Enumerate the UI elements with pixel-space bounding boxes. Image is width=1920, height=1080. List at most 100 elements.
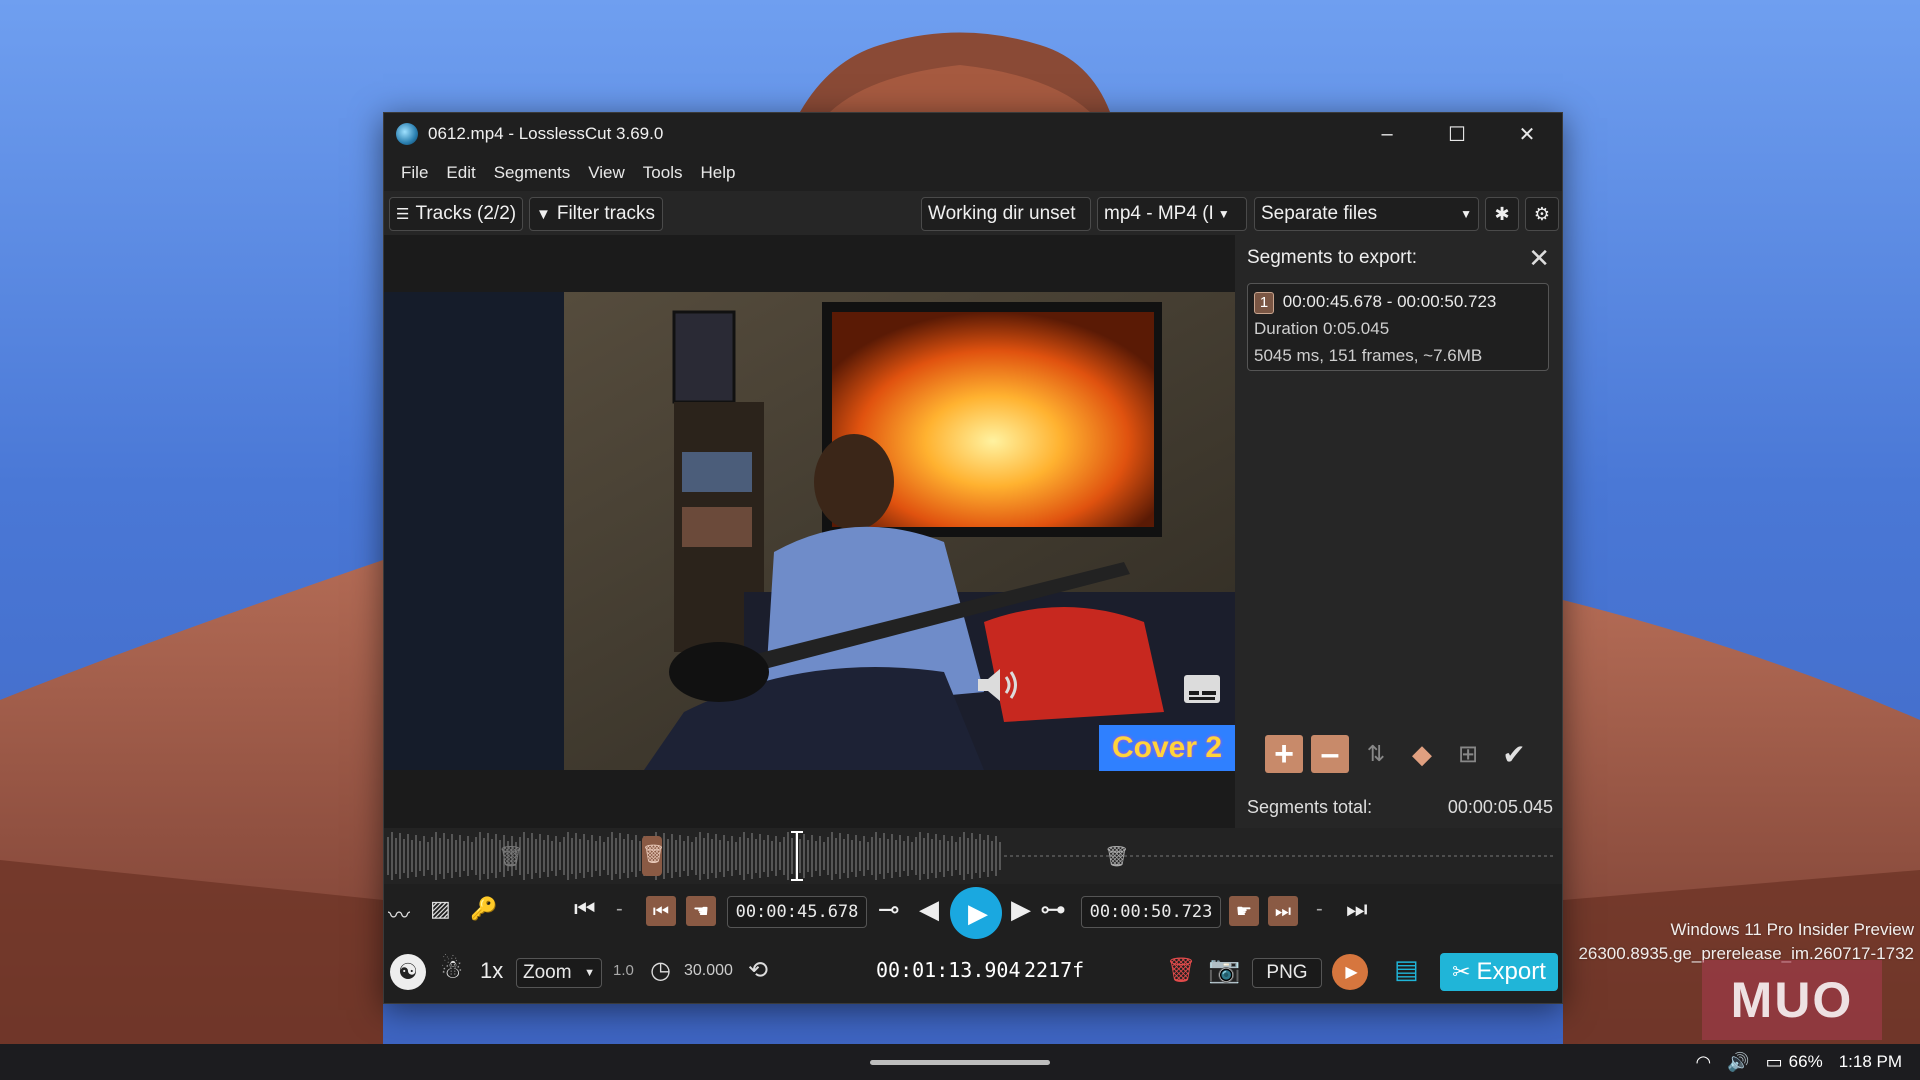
top-toolbar: ☰ Tracks (2/2) ▼ Filter tracks Working d…: [384, 191, 1562, 235]
delete-source-icon[interactable]: 🗑: [1166, 956, 1196, 985]
play-icon: ▶: [1345, 964, 1358, 981]
label-segment-button[interactable]: ◆: [1403, 735, 1441, 773]
volume-icon[interactable]: [974, 665, 1034, 705]
tracks-button[interactable]: ☰ Tracks (2/2): [389, 197, 523, 231]
list-icon: ☰: [396, 206, 410, 223]
camera-icon[interactable]: 📷: [1208, 954, 1240, 985]
export-confirm-icon[interactable]: ▤: [1394, 954, 1419, 985]
gear-icon: ⚙: [1533, 203, 1551, 224]
segments-panel-title: Segments to export:: [1247, 247, 1418, 268]
battery-indicator[interactable]: ▭ 66%: [1766, 1052, 1823, 1073]
segment-item[interactable]: 1 00:00:45.678 - 00:00:50.723 Duration 0…: [1247, 283, 1549, 371]
close-button[interactable]: ✕: [1492, 113, 1562, 155]
reorder-segments-button[interactable]: ⇅: [1357, 735, 1395, 773]
window-title: 0612.mp4 - LosslessCut 3.69.0: [428, 124, 664, 143]
maximize-button[interactable]: ☐: [1422, 113, 1492, 155]
segments-panel: Segments to export: ✕ 1 00:00:45.678 - 0…: [1235, 235, 1562, 828]
output-mode-select[interactable]: Separate files ▼: [1254, 197, 1479, 231]
split-segment-button[interactable]: ⊞: [1449, 735, 1487, 773]
segment-trash-icon[interactable]: 🗑: [642, 844, 665, 865]
play-button[interactable]: ▶: [950, 887, 1002, 939]
check-circle-icon: ✔: [1502, 738, 1526, 770]
format-select[interactable]: mp4 - MP4 (I ▼: [1097, 197, 1247, 231]
jump-end-icon[interactable]: ⏭: [1346, 896, 1368, 924]
fps-value[interactable]: 30.000: [684, 962, 733, 980]
working-dir-button[interactable]: Working dir unset: [921, 197, 1091, 231]
bug-gear-icon: ✱: [1494, 203, 1510, 224]
current-frame: 2217f: [1024, 958, 1085, 982]
app-logo-icon: [396, 123, 418, 145]
menu-edit[interactable]: Edit: [437, 163, 484, 183]
keyframe-prev-icon[interactable]: ⊸: [878, 894, 900, 925]
segment-info: 5045 ms, 151 frames, ~7.6MB: [1254, 346, 1483, 365]
subtitles-icon[interactable]: [1182, 673, 1222, 705]
jump-segment-end-button[interactable]: ⏭: [1268, 896, 1298, 926]
zoom-select[interactable]: Zoom ▼: [516, 958, 602, 988]
add-segment-button[interactable]: +: [1265, 735, 1303, 773]
menu-tools[interactable]: Tools: [634, 163, 692, 183]
filter-tracks-button[interactable]: ▼ Filter tracks: [529, 197, 663, 231]
settings-button[interactable]: ⚙: [1525, 197, 1559, 231]
filter-label: Filter tracks: [556, 203, 656, 224]
menu-segments[interactable]: Segments: [485, 163, 580, 183]
volume-icon[interactable]: 🔊: [1727, 1052, 1749, 1073]
format-value: mp4 - MP4 (I: [1104, 203, 1214, 224]
chevron-down-icon: ▼: [1217, 207, 1230, 221]
current-time[interactable]: 00:01:13.904: [876, 958, 1021, 982]
system-tray[interactable]: ◠ 🔊 ▭ 66% 1:18 PM: [1696, 1044, 1903, 1080]
set-start-button[interactable]: ☚: [686, 896, 716, 926]
segments-total-row: Segments total: 00:00:05.045: [1247, 797, 1553, 818]
playback-speed[interactable]: 1x: [480, 958, 503, 984]
watermark-line1: Windows 11 Pro Insider Preview: [1670, 920, 1914, 939]
menu-file[interactable]: File: [392, 163, 437, 183]
jump-segment-start-button[interactable]: ⏮: [646, 896, 676, 926]
zoom-value: 1.0: [613, 962, 634, 979]
simple-mode-icon[interactable]: ☃: [440, 954, 463, 985]
start-dash: -: [616, 898, 623, 920]
sort-icon: ⇅: [1366, 741, 1386, 766]
thumbnails-toggle-icon[interactable]: ▨: [430, 896, 451, 922]
capture-format-select[interactable]: PNG: [1252, 958, 1322, 988]
waveform-toggle-icon[interactable]: 〰: [388, 898, 410, 930]
theme-toggle-icon[interactable]: ☯: [390, 954, 426, 990]
keyframes-toggle-icon[interactable]: 🔑: [470, 896, 497, 922]
export-label: Export: [1476, 958, 1546, 985]
filter-icon: ▼: [536, 205, 551, 223]
menu-view[interactable]: View: [579, 163, 634, 183]
end-dash: -: [1316, 898, 1323, 920]
wifi-icon[interactable]: ◠: [1696, 1052, 1712, 1073]
clock[interactable]: 1:18 PM: [1839, 1052, 1902, 1072]
close-icon[interactable]: ✕: [1528, 243, 1550, 274]
menu-help[interactable]: Help: [691, 163, 744, 183]
trash-icon[interactable]: 🗑: [498, 844, 523, 869]
segment-actions: + – ⇅ ◆ ⊞ ✔: [1265, 735, 1533, 773]
export-play-button[interactable]: ▶: [1332, 954, 1368, 990]
tracks-label: Tracks (2/2): [415, 203, 517, 224]
zoom-label: Zoom: [523, 962, 572, 983]
playback-controls: 〰 ▨ 🔑 ⏮ - ⏮ ☚ 00:00:45.678 ⊸ ◀ ▶ ▶ ⊶ 00:…: [384, 884, 1562, 940]
export-options-button[interactable]: ✱: [1485, 197, 1519, 231]
minimize-button[interactable]: –: [1352, 113, 1422, 155]
video-frame[interactable]: [384, 292, 1235, 770]
segment-end-input[interactable]: 00:00:50.723: [1081, 896, 1221, 928]
rotate-icon[interactable]: ⟲: [748, 956, 768, 985]
set-end-button[interactable]: ☛: [1229, 896, 1259, 926]
keyframe-next-icon[interactable]: ⊶: [1040, 894, 1066, 925]
export-button[interactable]: ✂ Export: [1440, 953, 1558, 991]
remove-segment-button[interactable]: –: [1311, 735, 1349, 773]
title-bar[interactable]: 0612.mp4 - LosslessCut 3.69.0 – ☐ ✕: [384, 113, 1562, 155]
trash-icon[interactable]: 🗑: [1104, 844, 1129, 869]
split-icon: ⊞: [1457, 740, 1479, 768]
segment-start-input[interactable]: 00:00:45.678: [727, 896, 867, 928]
step-forward-icon[interactable]: ▶: [1011, 894, 1031, 925]
toggle-all-segments-button[interactable]: ✔: [1495, 735, 1533, 773]
video-still: [384, 292, 1235, 770]
plus-icon: +: [1274, 735, 1294, 773]
battery-percent: 66%: [1788, 1052, 1823, 1071]
home-indicator[interactable]: [870, 1060, 1050, 1065]
bottom-controls: ☯ ☃ 1x Zoom ▼ 1.0 ◷ 30.000 ⟲ 00:01:13.90…: [384, 940, 1562, 1003]
timeline[interactable]: 🗑 🗑 🗑: [384, 828, 1562, 884]
jump-start-icon[interactable]: ⏮: [574, 896, 596, 924]
step-back-icon[interactable]: ◀: [919, 894, 939, 925]
taskbar: ◠ 🔊 ▭ 66% 1:18 PM: [0, 1044, 1920, 1080]
